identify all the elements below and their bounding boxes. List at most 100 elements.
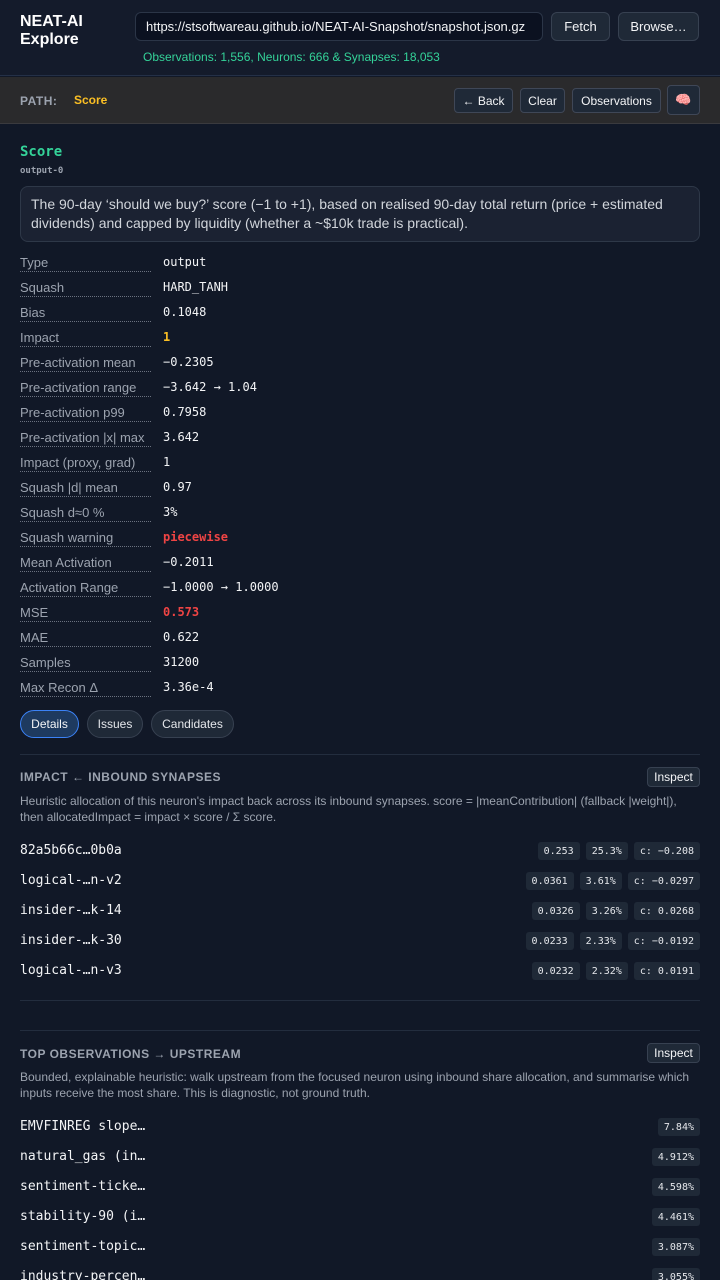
property-row: Activation Range −1.0000 → 1.0000 bbox=[20, 575, 700, 600]
app-title: NEAT-AI Explore bbox=[20, 13, 83, 48]
property-row: Max Recon Δ 3.36e-4 bbox=[20, 675, 700, 700]
property-row: MSE 0.573 bbox=[20, 600, 700, 625]
observations-section-description: Bounded, explainable heuristic: walk ups… bbox=[20, 1070, 690, 1100]
synapse-contrib-chip: c: −0.0192 bbox=[627, 932, 700, 950]
synapse-source-name: insider-…k-14 bbox=[20, 903, 122, 918]
property-key: Pre-activation mean bbox=[20, 355, 151, 372]
fetch-button[interactable]: Fetch bbox=[551, 12, 610, 41]
synapse-row[interactable]: insider-…k-14 0.0326 3.26% c: 0.0268 bbox=[20, 896, 700, 926]
property-value: 31200 bbox=[163, 655, 200, 669]
observation-row[interactable]: industry-percen… 3.055% bbox=[20, 1262, 700, 1280]
property-key: Samples bbox=[20, 655, 151, 672]
property-row: Pre-activation mean −0.2305 bbox=[20, 350, 700, 375]
synapse-row[interactable]: 82a5b66c…0b0a 0.253 25.3% c: −0.208 bbox=[20, 836, 700, 866]
divider bbox=[20, 754, 700, 755]
property-value: −0.2011 bbox=[163, 555, 214, 569]
synapse-metrics: 0.0361 3.61% c: −0.0297 bbox=[525, 872, 700, 890]
property-row: Squash warning piecewise bbox=[20, 525, 700, 550]
neuron-id: output-0 bbox=[20, 166, 64, 176]
synapse-source-name: 82a5b66c…0b0a bbox=[20, 843, 122, 858]
property-value: 3.36e-4 bbox=[163, 680, 214, 694]
property-value: 0.7958 bbox=[163, 405, 207, 419]
property-value: 0.97 bbox=[163, 480, 192, 494]
property-row: Bias 0.1048 bbox=[20, 300, 700, 325]
neuron-title: Score bbox=[20, 144, 63, 160]
tab-details[interactable]: Details bbox=[20, 710, 79, 738]
browse-button[interactable]: Browse… bbox=[618, 12, 699, 41]
property-key: Pre-activation p99 bbox=[20, 405, 151, 422]
top-header: NEAT-AI Explore Fetch Browse… Observatio… bbox=[0, 0, 720, 76]
property-row: Squash |d| mean 0.97 bbox=[20, 475, 700, 500]
path-bar: PATH: Score ← Back Clear Observations 🧠 bbox=[0, 77, 720, 124]
synapse-metrics: 0.0232 2.32% c: 0.0191 bbox=[531, 962, 700, 980]
synapse-impact-chip: 0.253 bbox=[537, 842, 580, 860]
synapse-row[interactable]: insider-…k-30 0.0233 2.33% c: −0.0192 bbox=[20, 926, 700, 956]
synapse-share-chip: 25.3% bbox=[585, 842, 628, 860]
observations-button[interactable]: Observations bbox=[572, 88, 661, 113]
observation-name: stability-90 (i… bbox=[20, 1209, 146, 1224]
synapse-contrib-chip: c: 0.0191 bbox=[633, 962, 700, 980]
clear-button[interactable]: Clear bbox=[520, 88, 565, 113]
brain-view-button[interactable]: 🧠 bbox=[667, 85, 700, 115]
synapse-share-chip: 2.32% bbox=[585, 962, 628, 980]
synapse-row[interactable]: logical-…n-v2 0.0361 3.61% c: −0.0297 bbox=[20, 866, 700, 896]
back-button[interactable]: ← Back bbox=[454, 88, 513, 113]
property-key: Impact (proxy, grad) bbox=[20, 455, 151, 472]
property-key: Squash |d| mean bbox=[20, 480, 151, 497]
snapshot-status: Observations: 1,556, Neurons: 666 & Syna… bbox=[143, 50, 440, 64]
impact-section-title: IMPACT ← INBOUND SYNAPSES bbox=[20, 770, 221, 784]
property-key: Squash warning bbox=[20, 530, 151, 547]
property-key: Pre-activation range bbox=[20, 380, 151, 397]
property-key: Activation Range bbox=[20, 580, 151, 597]
snapshot-url-input[interactable] bbox=[135, 12, 543, 41]
property-key: Pre-activation |x| max bbox=[20, 430, 151, 447]
synapse-row[interactable]: logical-…n-v3 0.0232 2.32% c: 0.0191 bbox=[20, 956, 700, 986]
synapse-impact-chip: 0.0361 bbox=[525, 872, 574, 890]
synapse-metrics: 0.0233 2.33% c: −0.0192 bbox=[525, 932, 700, 950]
observation-name: EMVFINREG slope… bbox=[20, 1119, 146, 1134]
observation-row[interactable]: sentiment-ticke… 4.598% bbox=[20, 1172, 700, 1202]
neuron-properties: Type output Squash HARD_TANH Bias 0.1048 Impac… bbox=[20, 250, 700, 700]
observation-row[interactable]: natural_gas (in… 4.912% bbox=[20, 1142, 700, 1172]
property-row: Impact (proxy, grad) 1 bbox=[20, 450, 700, 475]
synapse-share-chip: 2.33% bbox=[579, 932, 622, 950]
observation-row[interactable]: sentiment-topic… 3.087% bbox=[20, 1232, 700, 1262]
property-value: 3% bbox=[163, 505, 178, 519]
impact-section-description: Heuristic allocation of this neuron's im… bbox=[20, 794, 677, 824]
observation-name: sentiment-topic… bbox=[20, 1239, 146, 1254]
observation-row[interactable]: stability-90 (i… 4.461% bbox=[20, 1202, 700, 1232]
synapse-metrics: 0.253 25.3% c: −0.208 bbox=[537, 842, 700, 860]
property-value: HARD_TANH bbox=[163, 280, 229, 294]
property-value: 0.622 bbox=[163, 630, 200, 644]
divider bbox=[20, 1000, 700, 1001]
synapse-source-name: insider-…k-30 bbox=[20, 933, 122, 948]
observation-share-chip: 3.055% bbox=[651, 1268, 700, 1280]
property-row: Pre-activation range −3.642 → 1.04 bbox=[20, 375, 700, 400]
synapse-impact-chip: 0.0232 bbox=[531, 962, 580, 980]
divider bbox=[20, 1030, 700, 1031]
path-crumb-score[interactable]: Score bbox=[74, 93, 107, 107]
observations-inspect-button[interactable]: Inspect bbox=[647, 1043, 700, 1063]
observation-row[interactable]: EMVFINREG slope… 7.84% bbox=[20, 1112, 700, 1142]
observation-share-chip: 4.461% bbox=[651, 1208, 700, 1226]
property-key: Squash bbox=[20, 280, 151, 297]
observation-name: industry-percen… bbox=[20, 1269, 146, 1280]
property-key: Max Recon Δ bbox=[20, 680, 151, 697]
property-key: Bias bbox=[20, 305, 151, 322]
property-row: Type output bbox=[20, 250, 700, 275]
impact-inspect-button[interactable]: Inspect bbox=[647, 767, 700, 787]
property-value: −3.642 → 1.04 bbox=[163, 380, 257, 394]
property-row: MAE 0.622 bbox=[20, 625, 700, 650]
property-row: Samples 31200 bbox=[20, 650, 700, 675]
property-row: Mean Activation −0.2011 bbox=[20, 550, 700, 575]
property-value: piecewise bbox=[163, 530, 229, 544]
tab-candidates[interactable]: Candidates bbox=[151, 710, 234, 738]
observations-section-title: TOP OBSERVATIONS → UPSTREAM bbox=[20, 1047, 242, 1061]
observation-share-chip: 7.84% bbox=[657, 1118, 700, 1136]
synapse-impact-chip: 0.0233 bbox=[525, 932, 574, 950]
tab-issues[interactable]: Issues bbox=[87, 710, 143, 738]
property-row: Pre-activation |x| max 3.642 bbox=[20, 425, 700, 450]
brain-icon: 🧠 bbox=[675, 92, 692, 107]
observation-name: natural_gas (in… bbox=[20, 1149, 146, 1164]
synapse-share-chip: 3.61% bbox=[579, 872, 622, 890]
